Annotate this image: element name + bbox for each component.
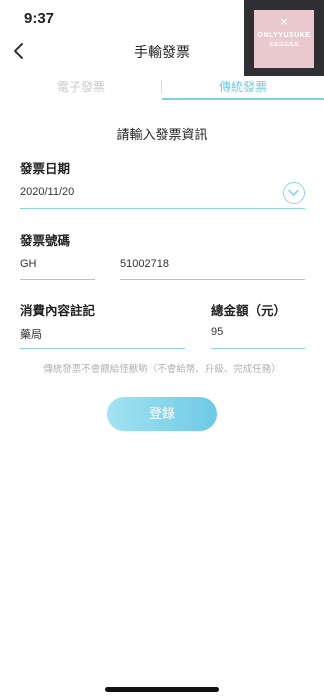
date-field[interactable]: 2020/11/20 (20, 186, 74, 198)
date-picker-button[interactable] (283, 182, 305, 204)
watermark-logo: × ONLYYUSUKE 佑佑佑佑佑佑 (244, 0, 324, 76)
invoice-prefix-underline (20, 279, 95, 280)
invoice-number-underline (120, 279, 305, 280)
notice-text: 傳統發票不會餵給怪獸喲（不會給幣、升級、完成任務） (43, 364, 281, 375)
watermark-line1: ONLYYUSUKE (257, 32, 311, 39)
invoice-prefix-field[interactable]: GH (20, 258, 37, 270)
form-heading: 請輸入發票資訊 (116, 128, 208, 143)
note-underline (20, 348, 185, 349)
total-field[interactable]: 95 (211, 326, 223, 338)
page-title: 手輸發票 (134, 45, 190, 61)
active-tab-indicator (162, 98, 324, 100)
total-label: 總金額（元） (211, 303, 287, 318)
date-underline (20, 208, 305, 209)
tab-paper-invoice[interactable]: 傳統發票 (162, 78, 324, 98)
watermark-symbol: × (279, 15, 289, 28)
note-field[interactable]: 藥局 (20, 326, 42, 342)
invoice-number-label: 發票號碼 (20, 233, 71, 248)
chevron-down-icon (288, 189, 299, 196)
tab-einvoice[interactable]: 電子發票 (0, 78, 162, 98)
status-time: 9:37 (24, 10, 55, 27)
date-label: 發票日期 (20, 161, 71, 176)
total-underline (211, 348, 305, 349)
home-indicator (105, 687, 219, 692)
submit-button[interactable]: 登錄 (107, 397, 217, 431)
invoice-number-field[interactable]: 51002718 (120, 258, 169, 270)
note-label: 消費內容註記 (20, 303, 96, 318)
